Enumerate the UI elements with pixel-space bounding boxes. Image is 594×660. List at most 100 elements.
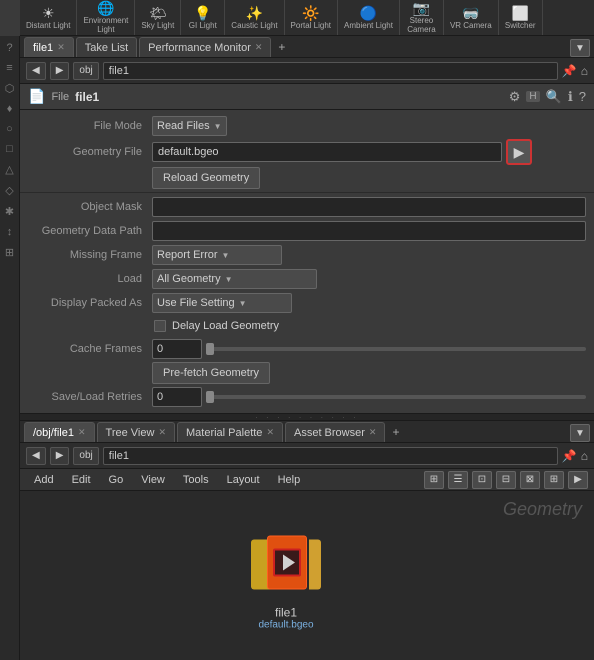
toolbar-ambient-light[interactable]: 🔵 Ambient Light <box>338 0 400 36</box>
geo-item-icon <box>251 531 321 601</box>
cache-frames-thumb[interactable] <box>206 343 214 355</box>
object-mask-input[interactable] <box>152 197 586 217</box>
tab-add-button[interactable]: + <box>273 37 290 57</box>
toolbar-btn-2[interactable]: ☰ <box>448 471 468 489</box>
bottom-menu-bar: Add Edit Go View Tools Layout Help ⊞ ☰ ⊡… <box>20 469 594 491</box>
left-icon-misc[interactable]: ✱ <box>3 203 16 220</box>
reload-label: Reload Geometry <box>163 172 249 184</box>
bottom-nav-back[interactable]: ◀ <box>26 447 46 465</box>
tab-file1-close[interactable]: ✕ <box>57 42 65 53</box>
display-packed-select[interactable]: Use File Setting ▼ <box>152 293 292 313</box>
left-icon-grid[interactable]: ⊞ <box>3 244 16 261</box>
nav-back-button[interactable]: ◀ <box>26 62 46 80</box>
info-icon[interactable]: ℹ <box>568 89 573 105</box>
path-input[interactable] <box>103 62 558 80</box>
geometry-file-label: Geometry File <box>28 146 148 158</box>
left-icon-help[interactable]: ? <box>4 40 14 56</box>
tab-material-palette-close[interactable]: ✕ <box>266 427 274 438</box>
toolbar-btn-3[interactable]: ⊡ <box>472 471 492 489</box>
nav-forward-button[interactable]: ▶ <box>50 62 70 80</box>
toolbar-distant-light[interactable]: ☀ Distant Light <box>20 0 77 36</box>
geometry-item[interactable]: file1 default.bgeo <box>251 531 321 630</box>
vr-camera-label: VR Camera <box>450 22 492 31</box>
file-mode-label: File Mode <box>28 120 148 132</box>
toolbar-portal-light[interactable]: 🔆 Portal Light <box>285 0 338 36</box>
h-button[interactable]: H <box>526 91 539 102</box>
bottom-tab-menu-btn[interactable]: ▼ <box>570 424 590 442</box>
toolbar-btn-6[interactable]: ⊞ <box>544 471 564 489</box>
left-icon-menu[interactable]: ≡ <box>4 60 14 76</box>
cache-frames-input[interactable] <box>152 339 202 359</box>
bottom-path-input[interactable] <box>103 447 558 465</box>
menu-layout[interactable]: Layout <box>219 472 268 488</box>
tab-perf-monitor[interactable]: Performance Monitor ✕ <box>139 37 271 57</box>
menu-help[interactable]: Help <box>270 472 309 488</box>
pre-fetch-button[interactable]: Pre-fetch Geometry <box>152 362 270 384</box>
save-load-slider[interactable] <box>206 395 586 399</box>
tab-menu-btn[interactable]: ▼ <box>570 39 590 57</box>
left-icon-layout[interactable]: ↕ <box>5 224 15 240</box>
tab-material-palette[interactable]: Material Palette ✕ <box>177 422 283 442</box>
tab-obj-file1-close[interactable]: ✕ <box>78 427 86 438</box>
left-icon-anim[interactable]: △ <box>3 161 15 178</box>
menu-edit[interactable]: Edit <box>64 472 99 488</box>
home-icon[interactable]: ⌂ <box>581 64 588 78</box>
toolbar-env-light[interactable]: 🌐 EnvironmentLight <box>77 0 135 36</box>
toolbar-btn-1[interactable]: ⊞ <box>424 471 444 489</box>
geo-data-path-input[interactable] <box>152 221 586 241</box>
left-icon-geo[interactable]: ⬡ <box>3 80 17 97</box>
tab-asset-browser-close[interactable]: ✕ <box>369 427 377 438</box>
tab-obj-file1[interactable]: /obj/file1 ✕ <box>24 422 95 442</box>
toolbar-gi-light[interactable]: 💡 GI Light <box>181 0 225 36</box>
left-icon-mat[interactable]: ♦ <box>5 101 15 117</box>
tab-tree-view[interactable]: Tree View ✕ <box>97 422 175 442</box>
obj-button[interactable]: obj <box>73 62 98 80</box>
bottom-home-icon[interactable]: ⌂ <box>581 449 588 463</box>
env-light-label: EnvironmentLight <box>83 17 128 35</box>
toolbar-stereo-camera[interactable]: 📷 StereoCamera <box>400 0 444 36</box>
load-select[interactable]: All Geometry ▼ <box>152 269 317 289</box>
menu-go[interactable]: Go <box>101 472 132 488</box>
tab-asset-browser[interactable]: Asset Browser ✕ <box>285 422 385 442</box>
save-load-input[interactable] <box>152 387 202 407</box>
delay-load-checkbox[interactable] <box>154 320 166 332</box>
bottom-tab-add[interactable]: + <box>387 422 404 442</box>
bottom-nav-forward[interactable]: ▶ <box>50 447 70 465</box>
reload-row: Reload Geometry <box>20 166 594 190</box>
toolbar-switcher[interactable]: ⬜ Switcher <box>499 0 543 36</box>
pin-icon[interactable]: 📌 <box>562 64 577 78</box>
cache-frames-slider[interactable] <box>206 347 586 351</box>
toolbar-btn-5[interactable]: ⊠ <box>520 471 540 489</box>
browse-button[interactable]: ▶ <box>506 139 532 165</box>
file-mode-select[interactable]: Read Files ▼ <box>152 116 227 136</box>
pre-fetch-label: Pre-fetch Geometry <box>163 367 259 379</box>
bottom-obj-button[interactable]: obj <box>73 447 98 465</box>
menu-add[interactable]: Add <box>26 472 62 488</box>
tab-file1[interactable]: file1 ✕ <box>24 37 74 57</box>
object-mask-label: Object Mask <box>28 201 148 213</box>
geometry-file-input[interactable] <box>152 142 502 162</box>
distant-light-icon: ☀ <box>39 4 57 22</box>
toolbar-btn-7[interactable]: ▶ <box>568 471 588 489</box>
left-icon-fx[interactable]: ◇ <box>3 182 15 199</box>
reload-geometry-button[interactable]: Reload Geometry <box>152 167 260 189</box>
missing-frame-select[interactable]: Report Error ▼ <box>152 245 282 265</box>
left-icon-obj[interactable]: ○ <box>4 121 15 137</box>
save-load-thumb[interactable] <box>206 391 214 403</box>
toolbar-vr-camera[interactable]: 🥽 VR Camera <box>444 0 499 36</box>
tab-take-list[interactable]: Take List <box>76 37 137 57</box>
toolbar-btn-4[interactable]: ⊟ <box>496 471 516 489</box>
help-icon[interactable]: ? <box>579 89 586 104</box>
tab-perf-close[interactable]: ✕ <box>255 42 263 53</box>
zoom-icon[interactable]: 🔍 <box>546 89 562 105</box>
toolbar-caustic-light[interactable]: ✨ Caustic Light <box>225 0 284 36</box>
tab-tree-view-close[interactable]: ✕ <box>158 427 166 438</box>
settings-icon[interactable]: ⚙ <box>509 89 521 105</box>
bottom-pin-icon[interactable]: 📌 <box>562 449 577 463</box>
toolbar-sky-light[interactable]: 🌤 Sky Light <box>135 0 181 36</box>
menu-tools[interactable]: Tools <box>175 472 217 488</box>
left-icon-render[interactable]: □ <box>4 141 15 157</box>
ambient-light-label: Ambient Light <box>344 22 393 31</box>
menu-view[interactable]: View <box>133 472 173 488</box>
stereo-camera-label: StereoCamera <box>407 17 435 35</box>
